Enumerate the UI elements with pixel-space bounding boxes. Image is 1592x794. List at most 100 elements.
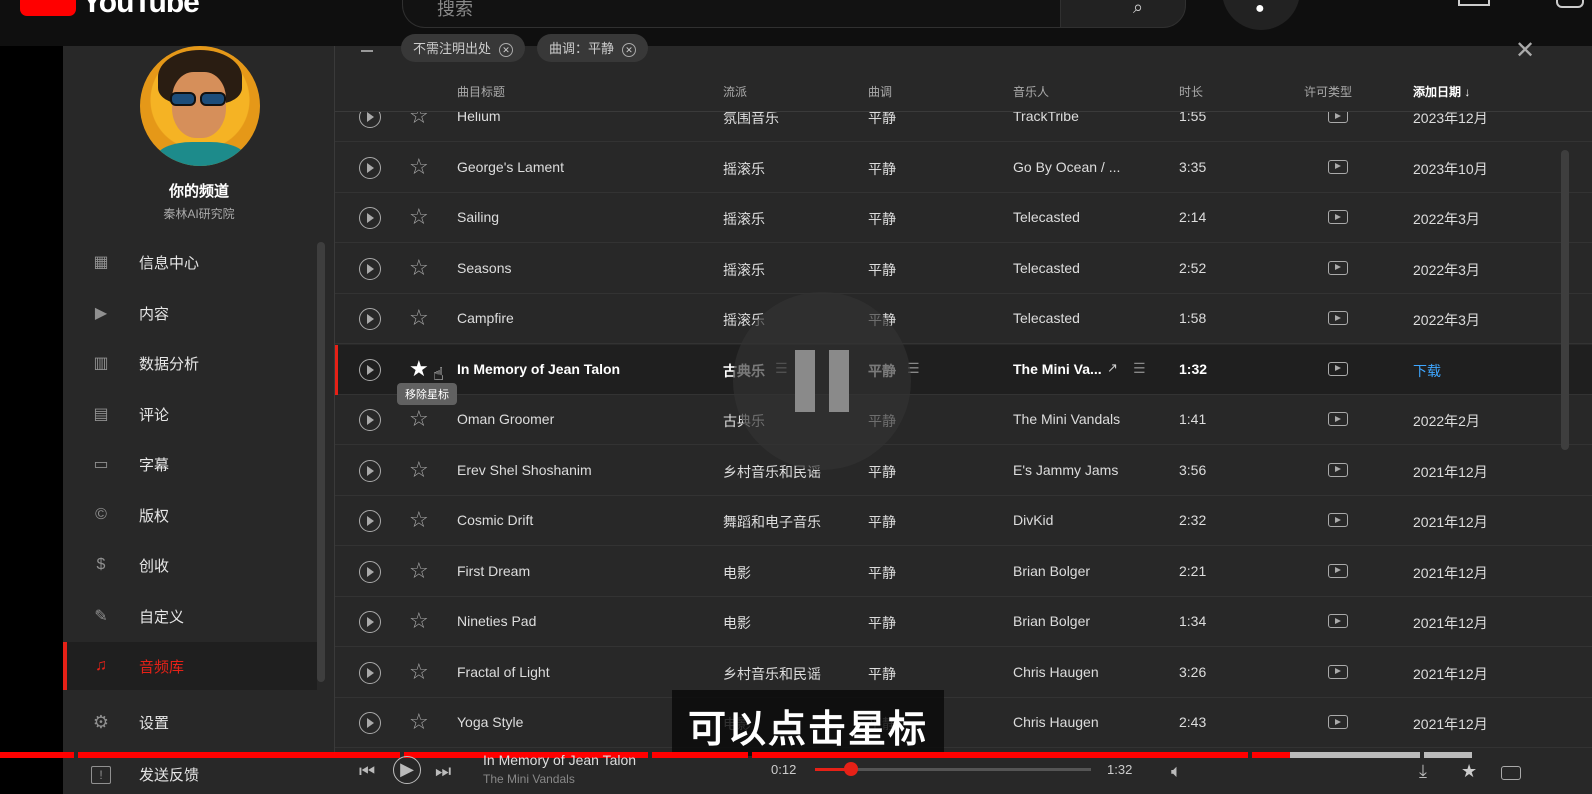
header-artist[interactable]: 音乐人 — [1013, 83, 1049, 100]
star-icon[interactable]: ★ — [409, 357, 429, 380]
star-icon[interactable]: ☆ — [409, 256, 429, 279]
filter-chip-attribution[interactable]: 不需注明出处 ✕ — [401, 34, 526, 62]
license-icon[interactable] — [1501, 766, 1521, 780]
table-row[interactable]: ☆ Cosmic Drift 舞蹈和电子音乐 平静 DivKid 2:32 20… — [335, 496, 1592, 546]
license-icon[interactable] — [1328, 462, 1348, 477]
star-icon[interactable]: ☆ — [409, 206, 429, 228]
previous-track-icon[interactable]: ⏮ — [359, 761, 375, 782]
sidebar-item-content[interactable]: ▶ 内容 — [63, 289, 317, 337]
sidebar-item-monetization[interactable]: $ 创收 — [63, 541, 317, 589]
close-icon[interactable]: ✕ — [622, 43, 637, 57]
star-icon[interactable]: ☆ — [409, 660, 429, 683]
license-icon[interactable] — [1328, 664, 1348, 679]
table-row[interactable]: ☆ Nineties Pad 电影 平静 Brian Bolger 1:34 2… — [335, 597, 1592, 647]
license-icon[interactable] — [1328, 210, 1348, 224]
header-genre[interactable]: 流派 — [723, 83, 747, 100]
download-icon[interactable]: ⤓ — [1419, 761, 1427, 782]
table-row[interactable]: ☆ Campfire 摇滚乐 平静 Telecasted 1:58 2022年3… — [335, 294, 1592, 344]
sidebar-item-customization[interactable]: ✎ 自定义 — [63, 592, 317, 640]
star-icon[interactable]: ☆ — [409, 711, 429, 733]
sidebar-item-feedback[interactable]: ! 发送反馈 — [63, 764, 335, 785]
license-icon[interactable] — [1328, 715, 1348, 729]
header-duration[interactable]: 时长 — [1179, 83, 1203, 100]
youtube-logo[interactable]: YouTube — [20, 0, 200, 20]
search-button[interactable]: ⌕ — [1060, 0, 1186, 28]
play-track-icon[interactable] — [359, 358, 381, 381]
star-icon[interactable]: ★ — [1461, 761, 1477, 782]
table-row[interactable]: ☆ Helium 氛围音乐 平静 TrackTribe 1:55 2023年12… — [335, 112, 1592, 142]
sidebar-item-settings[interactable]: ⚙ 设置 — [63, 698, 317, 746]
star-icon[interactable]: ☆ — [409, 112, 429, 127]
volume-icon[interactable]: 🔈︎ — [1171, 761, 1182, 782]
voice-search-button[interactable]: ● — [1222, 0, 1300, 30]
create-icon[interactable] — [1458, 0, 1490, 6]
track-title: Sailing — [457, 209, 500, 225]
table-row[interactable]: ☆ Erev Shel Shoshanim 乡村音乐和民谣 平静 E's Jam… — [335, 446, 1592, 496]
player-seek-slider[interactable] — [815, 762, 1091, 776]
table-row[interactable]: ☆ Sailing 摇滚乐 平静 Telecasted 2:14 2022年3月 — [335, 193, 1592, 243]
license-icon[interactable] — [1328, 260, 1348, 275]
license-icon[interactable] — [1328, 112, 1348, 123]
play-track-icon[interactable] — [359, 112, 381, 128]
search-input[interactable]: 搜索 — [402, 0, 1060, 28]
license-icon[interactable] — [1328, 563, 1348, 578]
play-track-icon[interactable] — [359, 459, 381, 482]
table-scrollbar[interactable] — [1561, 150, 1569, 450]
play-track-icon[interactable] — [359, 560, 381, 583]
close-icon[interactable]: ✕ — [499, 43, 514, 57]
sidebar-item-subtitles[interactable]: ▭ 字幕 — [63, 440, 317, 488]
play-track-icon[interactable] — [359, 207, 381, 229]
play-track-icon[interactable] — [359, 611, 381, 633]
filter-chip-mood[interactable]: 曲调：平静 ✕ — [537, 34, 649, 62]
seek-handle[interactable] — [843, 762, 858, 776]
play-track-icon[interactable] — [359, 308, 381, 330]
header-mood[interactable]: 曲调 — [868, 83, 892, 100]
table-row[interactable]: ☆ George's Lament 摇滚乐 平静 Go By Ocean / .… — [335, 143, 1592, 193]
license-icon[interactable] — [1328, 311, 1348, 325]
star-icon[interactable]: ☆ — [409, 559, 429, 582]
license-icon[interactable] — [1328, 614, 1348, 628]
sidebar-item-analytics[interactable]: ▥ 数据分析 — [63, 339, 317, 387]
play-track-icon[interactable] — [359, 712, 381, 734]
star-icon[interactable]: ☆ — [409, 408, 429, 430]
filter-icon[interactable] — [361, 50, 373, 52]
channel-avatar[interactable] — [140, 46, 260, 166]
table-row[interactable]: ★ In Memory of Jean Talon 古典乐 平静 The Min… — [335, 344, 1592, 405]
sidebar-item-copyright[interactable]: © 版权 — [63, 491, 317, 539]
close-filters-icon[interactable]: ✕ — [1515, 36, 1535, 65]
next-track-icon[interactable]: ⏭ — [435, 761, 451, 782]
star-icon[interactable]: ☆ — [409, 155, 429, 178]
table-row[interactable]: ☆ Oman Groomer 古典乐 平静 The Mini Vandals 1… — [335, 395, 1592, 445]
filter-artist-icon[interactable]: ☰ — [1133, 360, 1146, 377]
play-track-icon[interactable] — [359, 409, 381, 431]
table-row[interactable]: ☆ First Dream 电影 平静 Brian Bolger 2:21 20… — [335, 547, 1592, 597]
play-pause-button[interactable]: ▶ — [393, 756, 421, 784]
star-icon[interactable]: ☆ — [409, 307, 429, 329]
star-icon[interactable]: ☆ — [409, 509, 429, 531]
download-link[interactable]: 下载 — [1413, 361, 1533, 381]
star-icon[interactable]: ☆ — [409, 458, 429, 481]
notifications-icon[interactable] — [1556, 0, 1584, 8]
play-track-icon[interactable] — [359, 257, 381, 280]
header-license[interactable]: 许可类型 — [1304, 83, 1352, 100]
license-icon[interactable] — [1328, 361, 1348, 376]
external-link-icon[interactable]: ↗ — [1107, 360, 1118, 376]
track-artist: Telecasted — [1013, 209, 1080, 225]
sidebar-item-dashboard[interactable]: ▦ 信息中心 — [63, 238, 317, 286]
header-title[interactable]: 曲目标题 — [457, 83, 505, 100]
license-icon[interactable] — [1328, 159, 1348, 174]
play-track-icon[interactable] — [359, 661, 381, 684]
sidebar-item-comments[interactable]: ▤ 评论 — [63, 390, 317, 438]
header-date-added[interactable]: 添加日期 ↓ — [1413, 83, 1470, 100]
pause-icon[interactable] — [733, 292, 911, 470]
table-row[interactable]: ☆ Fractal of Light 乡村音乐和民谣 平静 Chris Haug… — [335, 648, 1592, 698]
table-row[interactable]: ☆ Yoga Style 电影 平静 Chris Haugen 2:43 202… — [335, 698, 1592, 748]
play-track-icon[interactable] — [359, 156, 381, 179]
play-track-icon[interactable] — [359, 510, 381, 532]
table-row[interactable]: ☆ Seasons 摇滚乐 平静 Telecasted 2:52 2022年3月 — [335, 244, 1592, 294]
license-icon[interactable] — [1328, 412, 1348, 426]
sidebar-scrollbar[interactable] — [317, 242, 325, 682]
star-icon[interactable]: ☆ — [409, 610, 429, 632]
sidebar-item-audio-library[interactable]: ♫ 音频库 — [63, 642, 317, 690]
license-icon[interactable] — [1328, 513, 1348, 527]
